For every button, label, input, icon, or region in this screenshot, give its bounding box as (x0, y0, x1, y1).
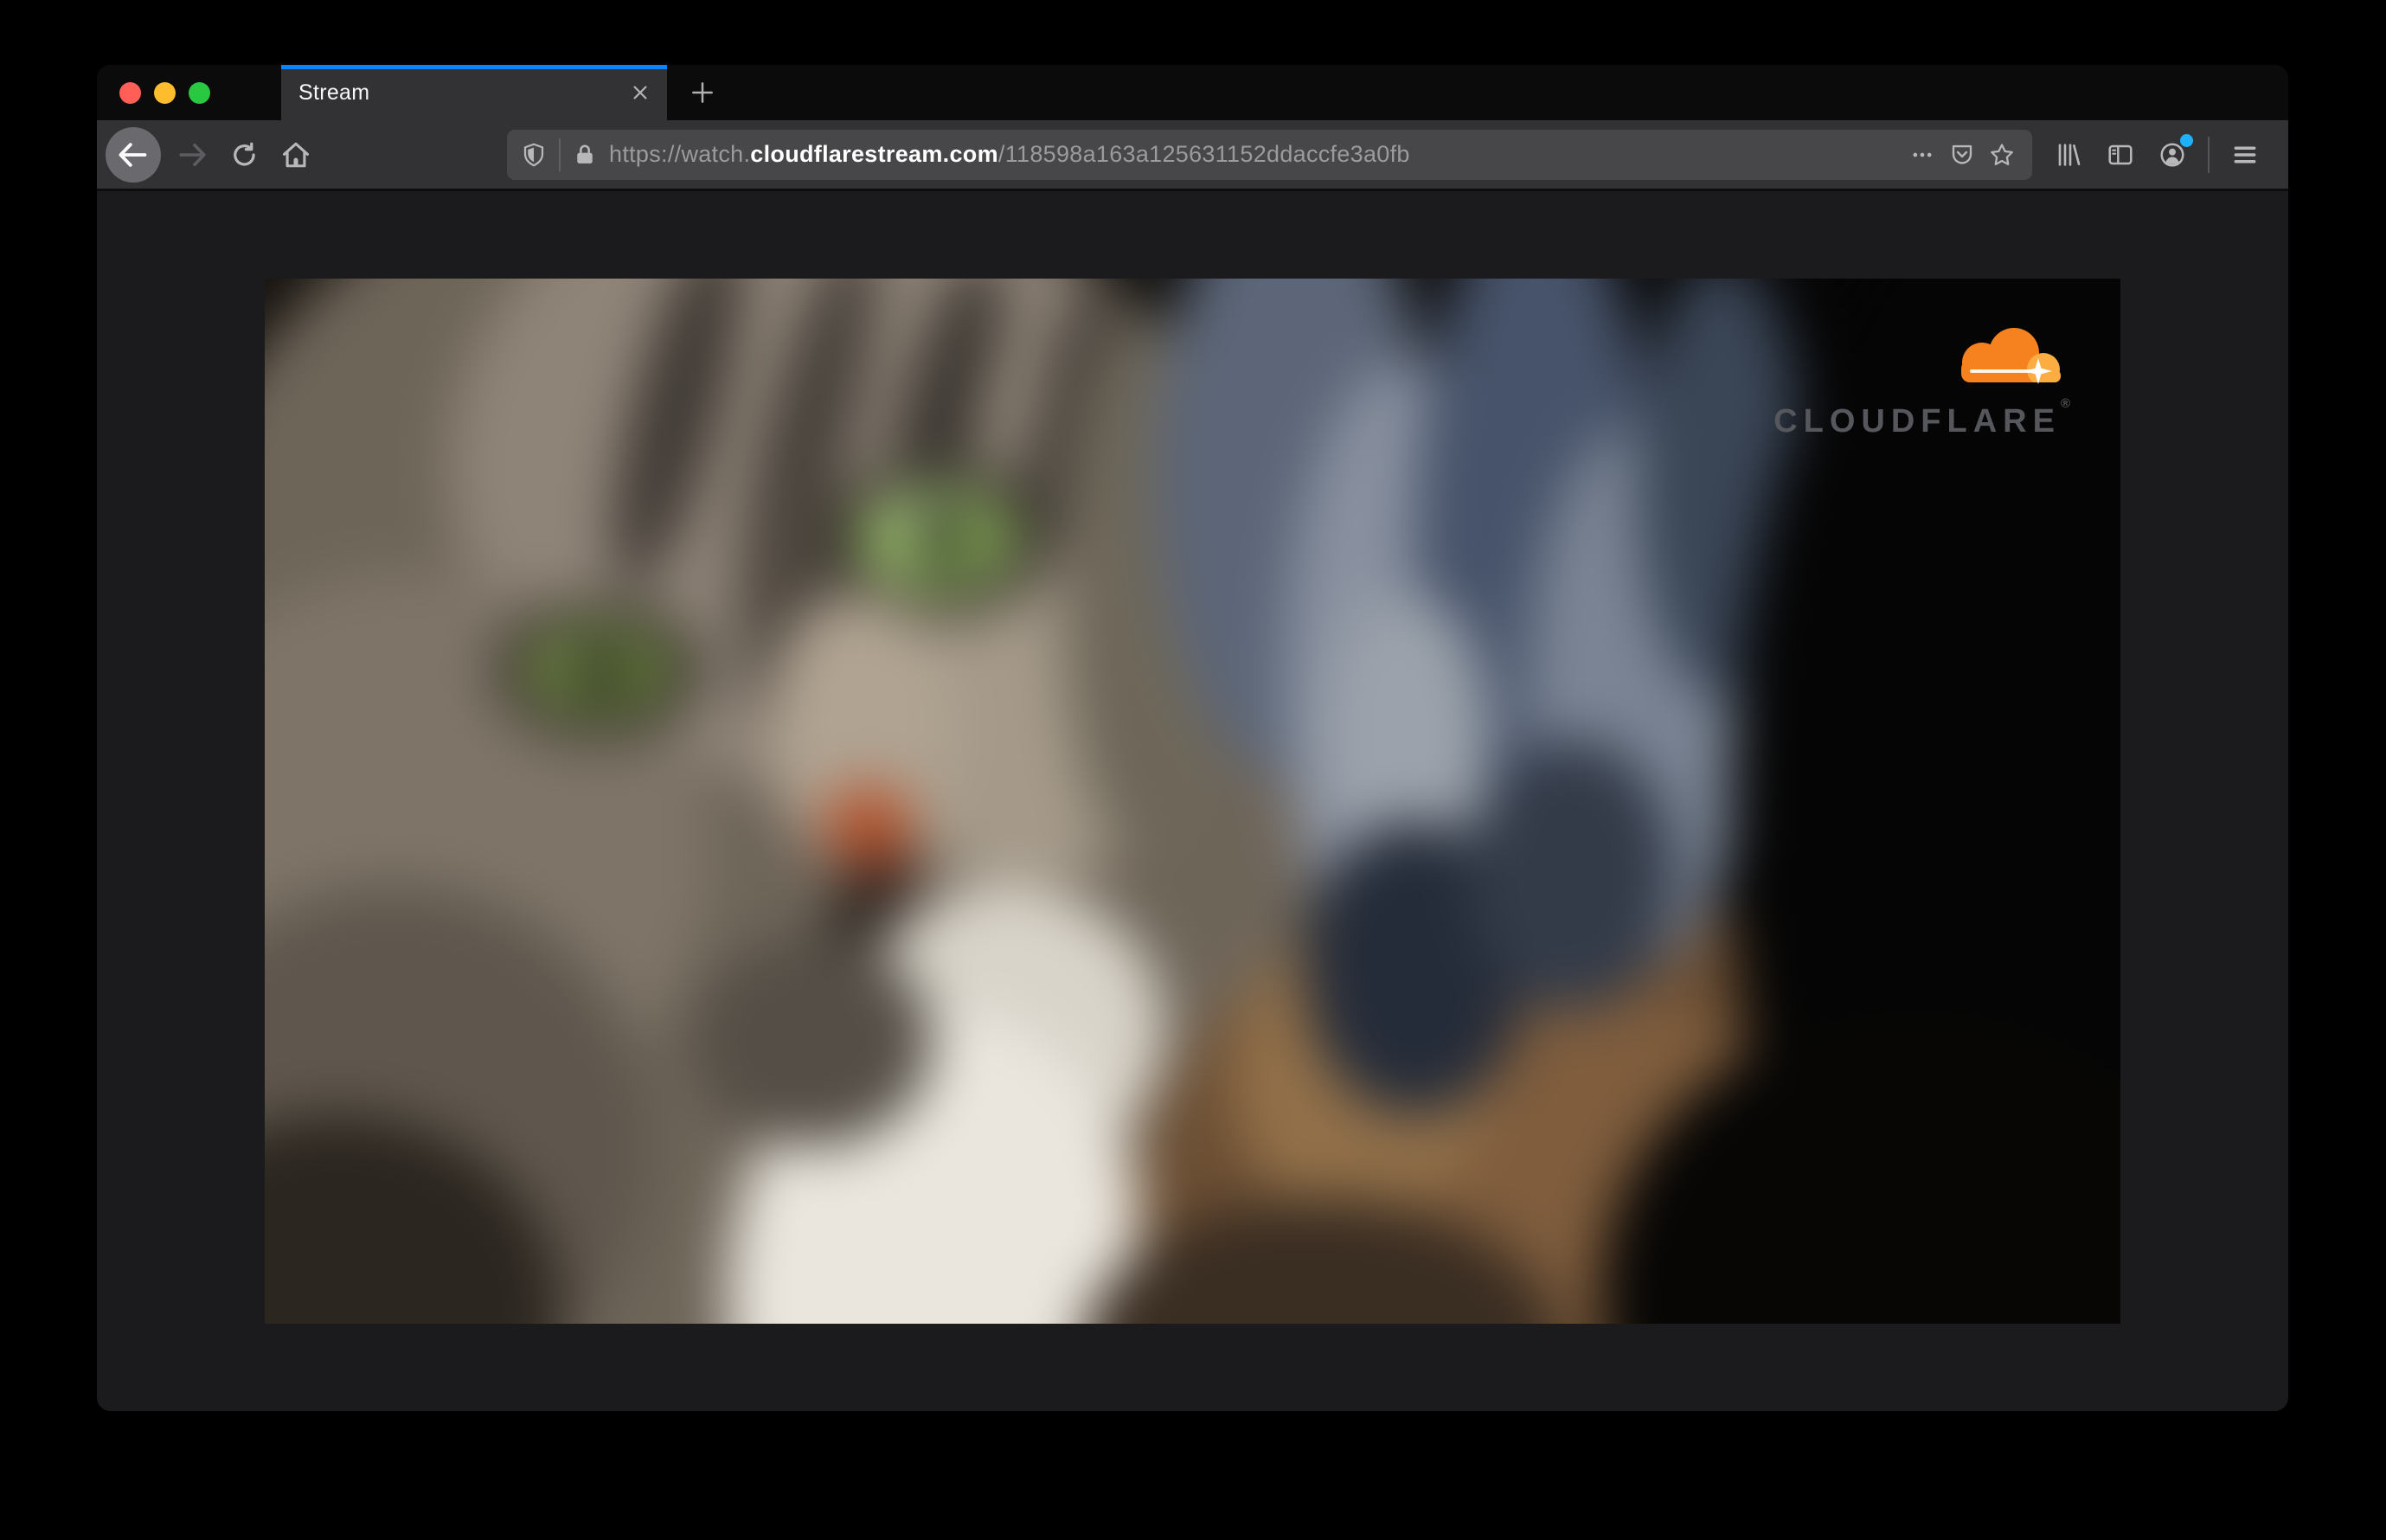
close-window-button[interactable] (119, 81, 141, 104)
account-button[interactable] (2150, 132, 2195, 177)
video-blur-blob (1471, 738, 1676, 1011)
forward-arrow-icon (179, 143, 206, 166)
brand-text: CLOUDFLARE (1773, 403, 2061, 440)
lock-icon[interactable] (573, 143, 597, 167)
urlbar-separator (559, 138, 561, 171)
brand-registered-mark: ® (2060, 396, 2070, 411)
reload-button[interactable] (220, 131, 268, 179)
navigation-toolbar: https://watch.cloudflarestream.com/11859… (97, 120, 2288, 191)
library-icon (2058, 143, 2081, 166)
cloudflare-brand-text: CLOUDFLARE® (1773, 396, 2070, 440)
video-blur-blob (691, 937, 933, 1146)
browser-window: Stream https://watch.cloudflarestream.co… (97, 65, 2288, 1411)
library-button[interactable] (2046, 132, 2091, 177)
menu-button[interactable] (2222, 132, 2267, 177)
toolbar-separator (2208, 136, 2210, 173)
forward-button[interactable] (168, 131, 216, 179)
video-player[interactable]: CLOUDFLARE® (265, 279, 2120, 1324)
star-icon (1991, 143, 2013, 165)
video-blur-blob (570, 638, 627, 703)
url-domain: cloudflarestream.com (750, 141, 998, 167)
traffic-lights (119, 65, 210, 120)
url-path: /118598a163a125631152ddaccfe3a0fb (997, 141, 1410, 167)
title-bar: Stream (97, 65, 2288, 120)
back-button[interactable] (106, 126, 161, 183)
tab-title: Stream (298, 80, 370, 105)
tracking-protection-shield-icon[interactable] (521, 142, 547, 168)
zoom-window-button[interactable] (189, 81, 210, 104)
page-actions-button[interactable] (1902, 135, 1942, 175)
new-tab-plus-icon (692, 82, 713, 103)
url-scheme-subdomain: https://watch. (609, 141, 751, 167)
close-icon (633, 86, 647, 99)
page-content: CLOUDFLARE® (97, 191, 2288, 1411)
reload-icon (234, 142, 255, 166)
new-tab-button[interactable] (682, 72, 723, 113)
url-text: https://watch.cloudflarestream.com/11859… (609, 141, 1902, 168)
cloudflare-logo: CLOUDFLARE® (1773, 322, 2070, 440)
video-blur-blob (914, 503, 966, 572)
save-to-pocket-button[interactable] (1942, 135, 1982, 175)
hamburger-menu-icon (2234, 146, 2256, 163)
tab-stream[interactable]: Stream (281, 65, 667, 120)
notification-dot (2180, 133, 2193, 147)
minimize-window-button[interactable] (154, 81, 176, 104)
back-arrow-icon (119, 142, 147, 167)
ellipsis-icon (1913, 152, 1932, 157)
url-bar[interactable]: https://watch.cloudflarestream.com/11859… (507, 129, 2032, 180)
pocket-icon (1952, 144, 1972, 164)
home-icon (282, 142, 310, 167)
close-tab-button[interactable] (625, 78, 655, 107)
sidebar-icon (2108, 144, 2133, 164)
bookmark-star-button[interactable] (1982, 135, 2022, 175)
cloudflare-cloud-icon (1937, 328, 2067, 389)
home-button[interactable] (272, 131, 320, 179)
sidebar-button[interactable] (2098, 132, 2143, 177)
